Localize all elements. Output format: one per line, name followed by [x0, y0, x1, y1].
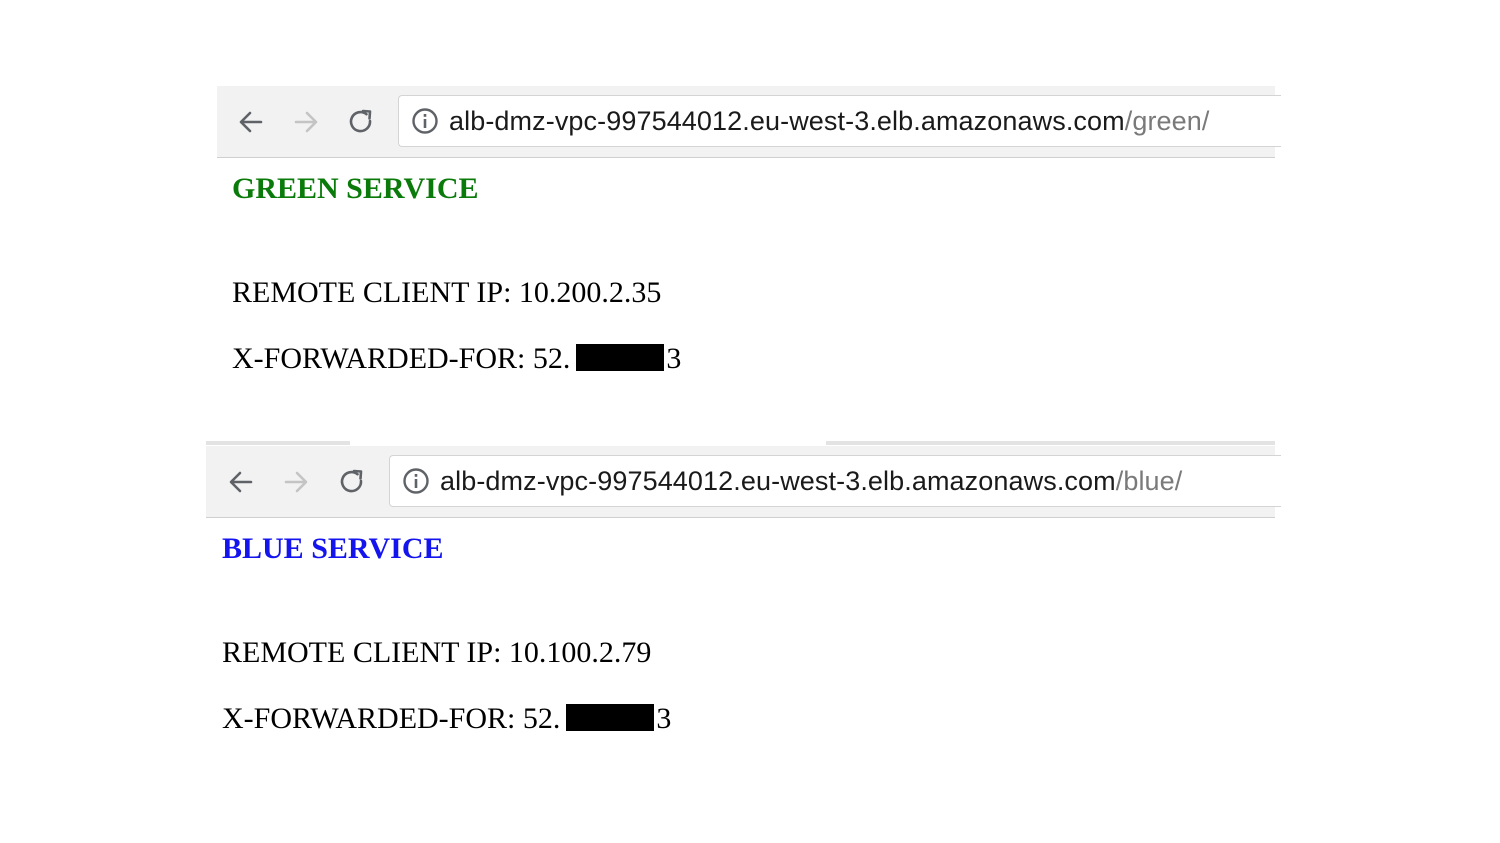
url-text[interactable]: alb-dmz-vpc-997544012.eu-west-3.elb.amaz… — [449, 106, 1210, 137]
back-arrow-icon — [239, 111, 263, 133]
reload-button[interactable] — [343, 104, 379, 140]
url-host: alb-dmz-vpc-997544012.eu-west-3.elb.amaz… — [440, 465, 1116, 496]
address-bar[interactable]: alb-dmz-vpc-997544012.eu-west-3.elb.amaz… — [389, 455, 1281, 507]
back-button[interactable] — [233, 104, 269, 140]
info-icon[interactable] — [402, 467, 430, 495]
forward-button[interactable] — [278, 464, 314, 500]
reload-icon — [340, 469, 363, 493]
remote-client-ip: REMOTE CLIENT IP: 10.200.2.35 — [232, 276, 662, 309]
url-text[interactable]: alb-dmz-vpc-997544012.eu-west-3.elb.amaz… — [440, 466, 1182, 497]
remote-client-ip: REMOTE CLIENT IP: 10.100.2.79 — [222, 636, 652, 669]
forward-arrow-icon — [284, 471, 308, 493]
forward-button[interactable] — [288, 104, 324, 140]
back-button[interactable] — [223, 464, 259, 500]
x-forwarded-for-tail: 3 — [656, 702, 672, 735]
info-icon[interactable] — [411, 107, 439, 135]
reload-icon — [349, 109, 372, 133]
back-arrow-icon — [229, 471, 253, 493]
url-host: alb-dmz-vpc-997544012.eu-west-3.elb.amaz… — [449, 105, 1125, 136]
tab-edge-left — [206, 441, 350, 445]
reload-button[interactable] — [334, 464, 370, 500]
tab-edge-right — [826, 441, 1275, 445]
address-bar[interactable]: alb-dmz-vpc-997544012.eu-west-3.elb.amaz… — [398, 95, 1281, 147]
service-title: BLUE SERVICE — [222, 532, 444, 565]
service-title: GREEN SERVICE — [232, 172, 479, 205]
x-forwarded-for-tail: 3 — [666, 342, 682, 375]
x-forwarded-for-prefix: X-FORWARDED-FOR: 52. — [222, 702, 561, 735]
browser-toolbar: alb-dmz-vpc-997544012.eu-west-3.elb.amaz… — [206, 446, 1281, 518]
x-forwarded-for-prefix: X-FORWARDED-FOR: 52. — [232, 342, 571, 375]
redaction-block — [576, 344, 665, 371]
redaction-block — [566, 704, 655, 731]
browser-window-green: alb-dmz-vpc-997544012.eu-west-3.elb.amaz… — [217, 86, 1281, 386]
url-path: /green/ — [1124, 105, 1210, 136]
browser-window-blue: alb-dmz-vpc-997544012.eu-west-3.elb.amaz… — [206, 446, 1281, 746]
x-forwarded-for: X-FORWARDED-FOR: 52. 3 — [222, 702, 671, 736]
url-path: /blue/ — [1115, 465, 1183, 496]
x-forwarded-for: X-FORWARDED-FOR: 52. 3 — [232, 342, 681, 376]
browser-toolbar: alb-dmz-vpc-997544012.eu-west-3.elb.amaz… — [217, 86, 1281, 158]
forward-arrow-icon — [294, 111, 318, 133]
